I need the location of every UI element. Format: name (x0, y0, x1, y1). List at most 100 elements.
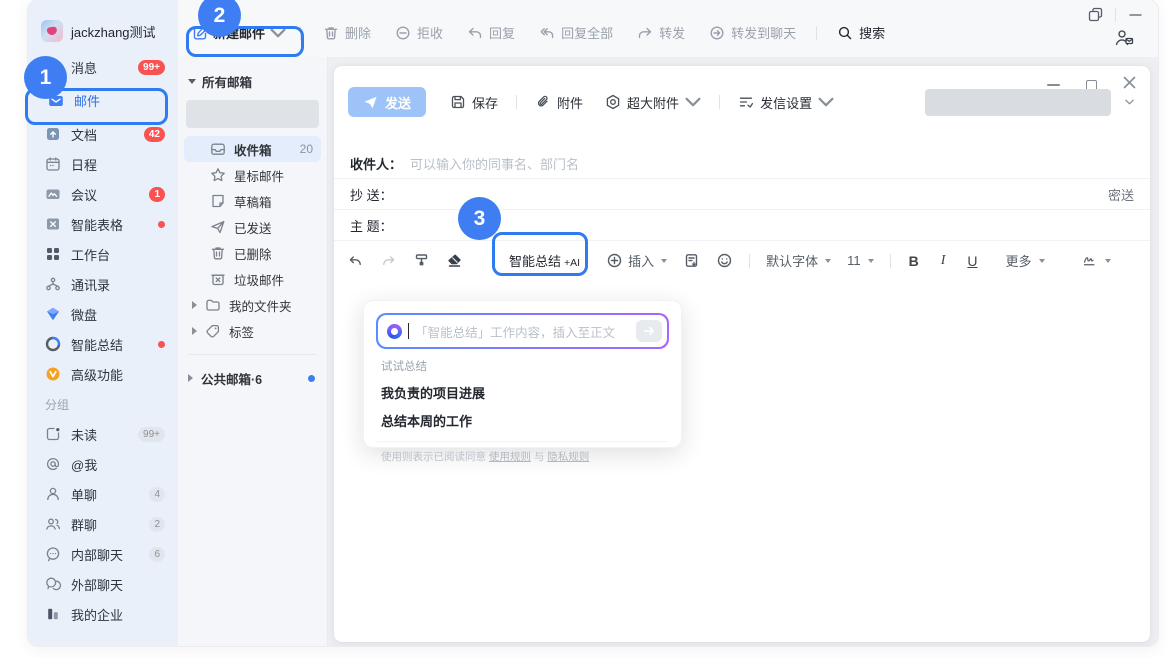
sidebar-item-docs[interactable]: 文档 42 (28, 119, 178, 149)
sidebar-item-smart-summary[interactable]: 智能总结 (28, 329, 178, 359)
folder-inbox[interactable]: 收件箱 20 (184, 136, 321, 162)
privacy-rules-link[interactable]: 隐私规则 (547, 451, 589, 463)
font-size-select[interactable]: 11 (847, 253, 874, 268)
redo-button[interactable] (380, 252, 397, 269)
chevron-down-icon[interactable] (1125, 99, 1134, 105)
suggestion-item[interactable]: 总结本周的工作 (381, 411, 664, 430)
save-button[interactable]: 保存 (450, 93, 498, 112)
sidebar-item-contacts[interactable]: 通讯录 (28, 269, 178, 299)
at-icon (45, 456, 61, 472)
star-icon (210, 167, 226, 183)
sidebar-item-internal-chat[interactable]: 内部聊天 6 (28, 539, 178, 569)
redo-icon (380, 252, 397, 269)
folder-my-folders[interactable]: 我的文件夹 (178, 292, 327, 318)
cc-field[interactable]: 抄 送： 密送 (334, 179, 1150, 210)
format-painter-icon (413, 252, 430, 269)
folder-drafts[interactable]: 草稿箱 (178, 188, 327, 214)
folder-sent[interactable]: 已发送 (178, 214, 327, 240)
internal-chat-icon (45, 546, 61, 562)
multi-window-icon[interactable] (1088, 7, 1103, 22)
sidebar-item-advanced[interactable]: 高级功能 (28, 359, 178, 389)
attachment-button[interactable]: 附件 (535, 93, 583, 112)
meeting-badge: 1 (149, 187, 165, 202)
forward-button[interactable]: 转发 (637, 23, 685, 42)
smart-summary-button[interactable]: 智能总结 +AI (503, 251, 586, 270)
eraser-button[interactable] (446, 252, 463, 269)
dropdown-triangle-icon (1039, 259, 1045, 263)
sidebar-item-my-company[interactable]: 我的企业 (28, 599, 178, 629)
ai-input-placeholder: 「智能总结」工作内容，插入至正文 (415, 322, 630, 341)
to-input[interactable]: 可以输入你的同事名、部门名 (410, 154, 1134, 173)
ai-submit-button[interactable] (636, 320, 662, 342)
underline-button[interactable]: U (967, 253, 977, 269)
sidebar-item-calendar[interactable]: 日程 (28, 149, 178, 179)
sidebar-item-direct-chat[interactable]: 单聊 4 (28, 479, 178, 509)
bold-button[interactable]: B (909, 253, 919, 269)
sidebar-nav: 消息 99+ 邮件 文档 42 日程 (28, 52, 178, 629)
drive-icon (45, 306, 61, 322)
sidebar-item-group-chat[interactable]: 群聊 2 (28, 509, 178, 539)
reply-button[interactable]: 回复 (467, 23, 515, 42)
ai-swirl-icon (387, 324, 402, 339)
undo-button[interactable] (347, 252, 364, 269)
account-header[interactable]: jackzhang测试 (28, 0, 178, 42)
all-mailboxes-header[interactable]: 所有邮箱 (178, 57, 327, 97)
bcc-toggle[interactable]: 密送 (1108, 185, 1134, 204)
emoji-button[interactable] (716, 252, 733, 269)
docs-badge: 42 (144, 127, 165, 142)
subject-field[interactable]: 主 题： (334, 210, 1150, 241)
sidebar-item-smart-table[interactable]: 智能表格 (28, 209, 178, 239)
mail-toolbar: 新建邮件 删除 拒收 回复 回复全部 (178, 0, 1158, 57)
folder-starred[interactable]: 星标邮件 (178, 162, 327, 188)
unread-count-badge: 99+ (138, 427, 165, 442)
to-field[interactable]: 收件人： 可以输入你的同事名、部门名 (334, 148, 1150, 179)
delete-button[interactable]: 删除 (323, 23, 371, 42)
ai-disclaimer: 使用则表示已阅读同意 使用规则 与 隐私规则 (381, 449, 664, 464)
send-button[interactable]: 发送 (348, 87, 426, 117)
app-window: jackzhang测试 消息 99+ 邮件 文档 42 (28, 0, 1158, 646)
send-settings-button[interactable]: 发信设置 (738, 93, 834, 112)
forward-to-chat-button[interactable]: 转发到聊天 (709, 23, 796, 42)
from-account-selector[interactable] (925, 89, 1111, 116)
sent-icon (210, 219, 226, 235)
group-icon (45, 516, 61, 532)
search-button[interactable]: 搜索 (837, 23, 885, 42)
folder-panel: 所有邮箱 收件箱 20 星标邮件 草稿箱 已发送 已删除 (178, 57, 328, 646)
folder-public-mailboxes[interactable]: 公共邮箱·6 (178, 365, 327, 391)
smart-table-icon (45, 216, 61, 232)
paperclip-icon (535, 94, 551, 110)
minimize-icon[interactable] (1128, 7, 1143, 22)
sidebar-item-unread[interactable]: 未读 99+ (28, 419, 178, 449)
divider (300, 26, 301, 40)
usage-rules-link[interactable]: 使用规则 (489, 451, 531, 463)
contact-card-button[interactable] (1114, 28, 1134, 47)
reject-button[interactable]: 拒收 (395, 23, 443, 42)
sidebar-item-workbench[interactable]: 工作台 (28, 239, 178, 269)
reply-all-button[interactable]: 回复全部 (539, 23, 613, 42)
sidebar-item-meeting[interactable]: 会议 1 (28, 179, 178, 209)
folder-deleted[interactable]: 已删除 (178, 240, 327, 266)
red-dot-badge (158, 341, 165, 348)
sidebar-item-mentions[interactable]: @我 (28, 449, 178, 479)
font-family-select[interactable]: 默认字体 (766, 251, 831, 270)
more-menu[interactable]: 更多 (1006, 251, 1045, 270)
send-settings-icon (738, 94, 754, 110)
try-summary-label: 试试总结 (381, 358, 664, 374)
external-chat-icon (45, 576, 61, 592)
divider (377, 441, 668, 442)
italic-button[interactable]: I (941, 253, 946, 269)
format-painter-button[interactable] (413, 252, 430, 269)
folder-tags[interactable]: 标签 (178, 318, 327, 344)
ai-input-border: 「智能总结」工作内容，插入至正文 (376, 313, 669, 349)
ai-prompt-input[interactable]: 「智能总结」工作内容，插入至正文 (378, 315, 668, 348)
signature-menu[interactable] (1082, 252, 1111, 269)
folder-junk[interactable]: 垃圾邮件 (178, 266, 327, 292)
insert-menu[interactable]: 插入 (606, 251, 667, 270)
sidebar-item-drive[interactable]: 微盘 (28, 299, 178, 329)
company-icon (45, 606, 61, 622)
insert-template-button[interactable] (683, 252, 700, 269)
large-attachment-button[interactable]: 超大附件 (605, 93, 701, 112)
sidebar-item-external-chat[interactable]: 外部聊天 (28, 569, 178, 599)
expand-triangle-icon (192, 301, 197, 309)
suggestion-item[interactable]: 我负责的项目进展 (381, 383, 664, 402)
